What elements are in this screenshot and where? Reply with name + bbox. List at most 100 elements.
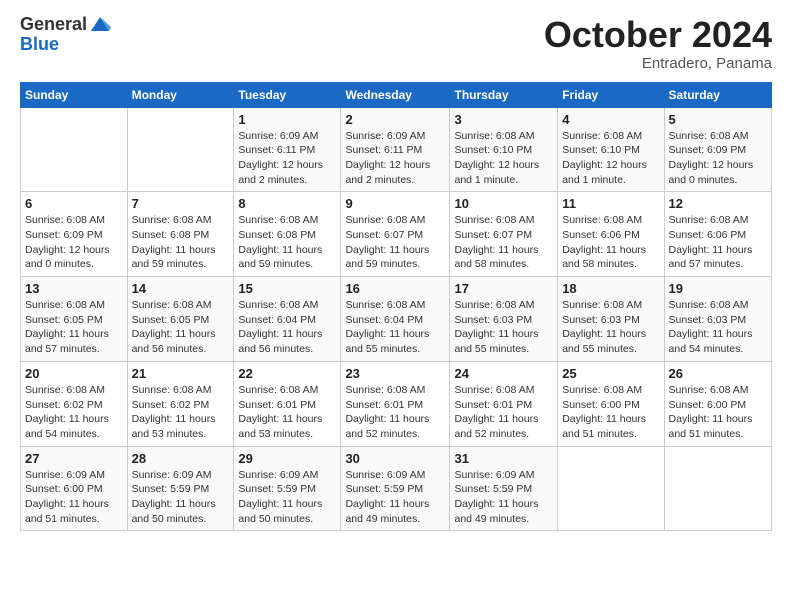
calendar-cell [127,107,234,192]
day-detail: Sunrise: 6:09 AMSunset: 5:59 PMDaylight:… [238,469,322,525]
day-detail: Sunrise: 6:08 AMSunset: 6:05 PMDaylight:… [25,299,109,355]
calendar-cell: 12Sunrise: 6:08 AMSunset: 6:06 PMDayligh… [664,192,771,277]
header-cell-friday: Friday [558,82,664,107]
calendar-cell: 14Sunrise: 6:08 AMSunset: 6:05 PMDayligh… [127,277,234,362]
day-number: 21 [132,366,230,381]
day-number: 14 [132,281,230,296]
day-number: 11 [562,196,659,211]
day-number: 24 [454,366,553,381]
calendar-container: General Blue October 2024 Entradero, Pan… [0,0,792,546]
calendar-cell: 5Sunrise: 6:08 AMSunset: 6:09 PMDaylight… [664,107,771,192]
day-detail: Sunrise: 6:08 AMSunset: 6:06 PMDaylight:… [562,214,646,270]
header-cell-saturday: Saturday [664,82,771,107]
calendar-cell: 6 Sunrise: 6:08 AMSunset: 6:09 PMDaylight… [21,192,128,277]
calendar-cell: 1 Sunrise: 6:09 AMSunset: 6:11 PMDaylight… [234,107,341,192]
calendar-cell: 10Sunrise: 6:08 AMSunset: 6:07 PMDayligh… [450,192,558,277]
calendar-cell [558,446,664,531]
calendar-cell: 29 Sunrise: 6:09 AMSunset: 5:59 PMDayligh… [234,446,341,531]
day-detail: Sunrise: 6:08 AMSunset: 6:04 PMDaylight:… [345,299,429,355]
day-detail: Sunrise: 6:08 AMSunset: 6:02 PMDaylight:… [25,384,109,440]
calendar-cell: 9 Sunrise: 6:08 AMSunset: 6:07 PMDaylight… [341,192,450,277]
calendar-cell: 20 Sunrise: 6:08 AMSunset: 6:02 PMDayligh… [21,361,128,446]
calendar-cell: 8 Sunrise: 6:08 AMSunset: 6:08 PMDaylight… [234,192,341,277]
calendar-cell [21,107,128,192]
day-detail: Sunrise: 6:09 AMSunset: 6:11 PMDaylight:… [238,130,323,186]
header: General Blue October 2024 Entradero, Pan… [20,15,772,72]
day-number: 1 [238,112,336,127]
day-number: 10 [454,196,553,211]
logo: General Blue [20,15,111,55]
day-detail: Sunrise: 6:08 AMSunset: 6:03 PMDaylight:… [669,299,753,355]
day-number: 22 [238,366,336,381]
calendar-cell: 25 Sunrise: 6:08 AMSunset: 6:00 PMDayligh… [558,361,664,446]
week-row-4: 20 Sunrise: 6:08 AMSunset: 6:02 PMDayligh… [21,361,772,446]
day-number: 16 [345,281,445,296]
day-number: 13 [25,281,123,296]
calendar-cell: 13 Sunrise: 6:08 AMSunset: 6:05 PMDayligh… [21,277,128,362]
title-area: October 2024 Entradero, Panama [544,15,772,72]
calendar-cell: 31Sunrise: 6:09 AMSunset: 5:59 PMDayligh… [450,446,558,531]
day-number: 2 [345,112,445,127]
calendar-cell: 22 Sunrise: 6:08 AMSunset: 6:01 PMDayligh… [234,361,341,446]
header-cell-thursday: Thursday [450,82,558,107]
day-detail: Sunrise: 6:08 AMSunset: 6:10 PMDaylight:… [562,130,647,186]
calendar-cell: 7Sunrise: 6:08 AMSunset: 6:08 PMDaylight… [127,192,234,277]
calendar-cell: 26 Sunrise: 6:08 AMSunset: 6:00 PMDayligh… [664,361,771,446]
day-number: 8 [238,196,336,211]
week-row-5: 27 Sunrise: 6:09 AMSunset: 6:00 PMDayligh… [21,446,772,531]
calendar-cell: 18 Sunrise: 6:08 AMSunset: 6:03 PMDayligh… [558,277,664,362]
calendar-cell: 21Sunrise: 6:08 AMSunset: 6:02 PMDayligh… [127,361,234,446]
week-row-3: 13 Sunrise: 6:08 AMSunset: 6:05 PMDayligh… [21,277,772,362]
calendar-body: 1 Sunrise: 6:09 AMSunset: 6:11 PMDaylight… [21,107,772,531]
day-detail: Sunrise: 6:08 AMSunset: 6:01 PMDaylight:… [238,384,322,440]
day-number: 18 [562,281,659,296]
day-detail: Sunrise: 6:08 AMSunset: 6:08 PMDaylight:… [132,214,216,270]
week-row-1: 1 Sunrise: 6:09 AMSunset: 6:11 PMDaylight… [21,107,772,192]
calendar-cell: 2 Sunrise: 6:09 AMSunset: 6:11 PMDaylight… [341,107,450,192]
logo-general: General [20,15,87,35]
day-number: 12 [669,196,767,211]
day-number: 4 [562,112,659,127]
day-detail: Sunrise: 6:08 AMSunset: 6:00 PMDaylight:… [669,384,753,440]
day-number: 30 [345,451,445,466]
day-number: 25 [562,366,659,381]
calendar-cell: 11 Sunrise: 6:08 AMSunset: 6:06 PMDayligh… [558,192,664,277]
day-number: 28 [132,451,230,466]
header-cell-sunday: Sunday [21,82,128,107]
logo-icon [89,13,111,35]
day-number: 19 [669,281,767,296]
logo-blue: Blue [20,35,111,55]
day-detail: Sunrise: 6:08 AMSunset: 6:04 PMDaylight:… [238,299,322,355]
header-cell-monday: Monday [127,82,234,107]
day-number: 20 [25,366,123,381]
day-detail: Sunrise: 6:08 AMSunset: 6:03 PMDaylight:… [562,299,646,355]
day-detail: Sunrise: 6:08 AMSunset: 6:09 PMDaylight:… [25,214,110,270]
day-detail: Sunrise: 6:09 AMSunset: 5:59 PMDaylight:… [132,469,216,525]
day-number: 9 [345,196,445,211]
header-row: SundayMondayTuesdayWednesdayThursdayFrid… [21,82,772,107]
calendar-cell: 16 Sunrise: 6:08 AMSunset: 6:04 PMDayligh… [341,277,450,362]
header-cell-tuesday: Tuesday [234,82,341,107]
day-detail: Sunrise: 6:08 AMSunset: 6:08 PMDaylight:… [238,214,322,270]
day-detail: Sunrise: 6:08 AMSunset: 6:00 PMDaylight:… [562,384,646,440]
header-cell-wednesday: Wednesday [341,82,450,107]
day-number: 26 [669,366,767,381]
calendar-cell: 23Sunrise: 6:08 AMSunset: 6:01 PMDayligh… [341,361,450,446]
day-number: 5 [669,112,767,127]
calendar-header: SundayMondayTuesdayWednesdayThursdayFrid… [21,82,772,107]
calendar-cell: 28 Sunrise: 6:09 AMSunset: 5:59 PMDayligh… [127,446,234,531]
month-title: October 2024 [544,15,772,55]
calendar-cell: 3 Sunrise: 6:08 AMSunset: 6:10 PMDaylight… [450,107,558,192]
subtitle: Entradero, Panama [544,55,772,72]
day-detail: Sunrise: 6:09 AMSunset: 6:00 PMDaylight:… [25,469,109,525]
day-detail: Sunrise: 6:09 AMSunset: 6:11 PMDaylight:… [345,130,430,186]
day-number: 29 [238,451,336,466]
day-detail: Sunrise: 6:08 AMSunset: 6:01 PMDaylight:… [454,384,538,440]
day-number: 6 [25,196,123,211]
calendar-table: SundayMondayTuesdayWednesdayThursdayFrid… [20,82,772,532]
day-number: 3 [454,112,553,127]
day-detail: Sunrise: 6:08 AMSunset: 6:07 PMDaylight:… [345,214,429,270]
day-number: 27 [25,451,123,466]
day-detail: Sunrise: 6:08 AMSunset: 6:10 PMDaylight:… [454,130,539,186]
day-number: 23 [345,366,445,381]
